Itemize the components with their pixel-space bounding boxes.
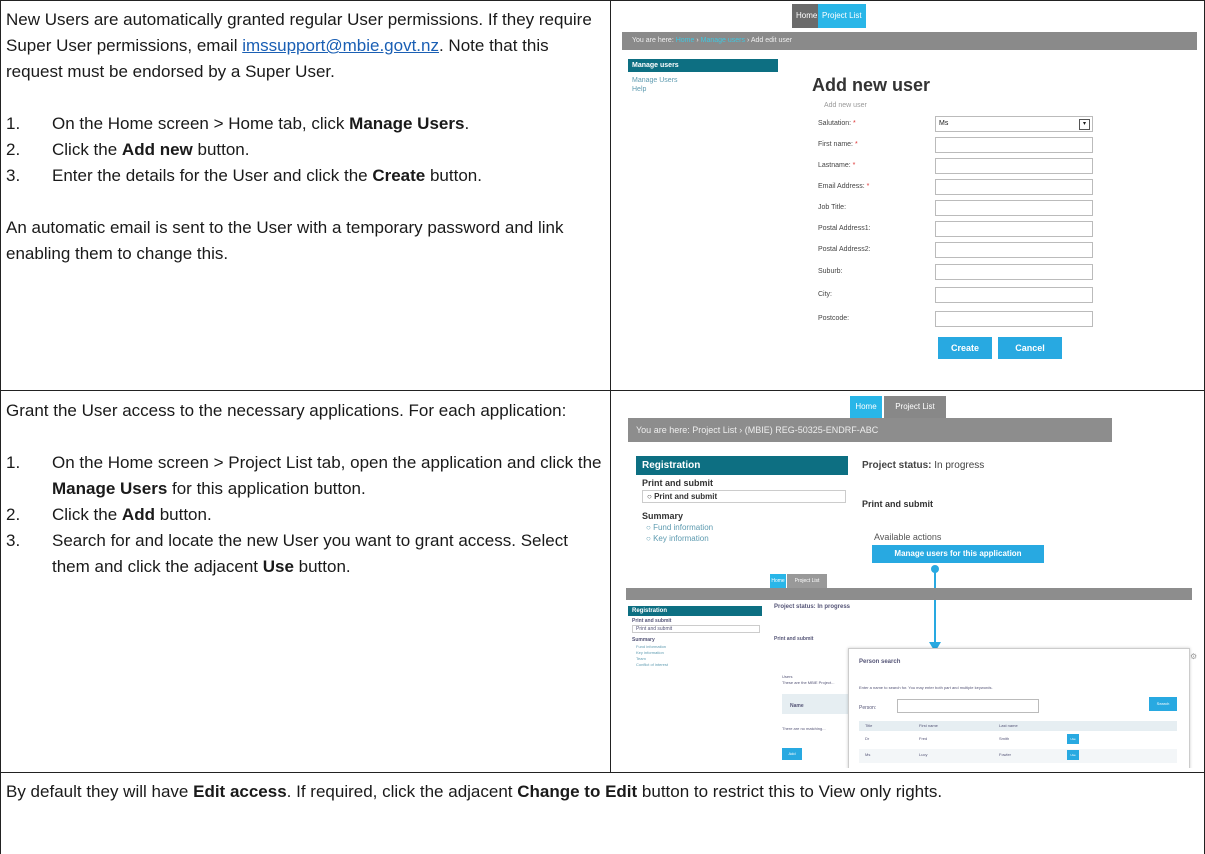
row1-text-cell: New Users are automatically granted regu… xyxy=(6,7,604,267)
mini-project-status: Project status: In progress xyxy=(774,604,851,610)
sidebar-item-help[interactable]: Help xyxy=(628,85,778,94)
mini-add-button[interactable]: Add xyxy=(782,748,802,760)
use-button[interactable]: Use xyxy=(1067,750,1079,760)
sidebar-header: Registration xyxy=(636,456,848,475)
row3-text: By default they will have Edit access. I… xyxy=(6,782,943,801)
support-email-link[interactable]: imssupport@mbie.govt.nz xyxy=(242,36,439,55)
page-title: Add new user xyxy=(812,75,931,95)
sidebar-item-fund[interactable]: ○ Fund information xyxy=(636,521,848,532)
tab-home[interactable]: Home xyxy=(792,4,822,28)
table-row: Ms Lucy Fowler Use xyxy=(859,749,1177,763)
mini-section: Print and submit xyxy=(774,636,814,642)
settings-icon: ⚙ xyxy=(1190,652,1198,661)
city-input[interactable] xyxy=(935,287,1093,303)
mini-sidebar-item[interactable]: Print and submit xyxy=(632,625,760,633)
first-name-input[interactable] xyxy=(935,137,1093,153)
job-title-input[interactable] xyxy=(935,200,1093,216)
row2-step-3: 3. Search for and locate the new User you… xyxy=(6,531,568,576)
table-border-top xyxy=(0,0,1205,1)
mini-no-match: There are no matching... xyxy=(782,726,826,731)
postcode-input[interactable] xyxy=(935,311,1093,327)
email-input[interactable] xyxy=(935,179,1093,195)
search-button[interactable]: Search xyxy=(1149,697,1177,711)
screenshot-topbar: Home Project List xyxy=(622,4,1197,32)
chevron-down-icon: ▾ xyxy=(1079,119,1090,130)
tab-home[interactable]: Home xyxy=(850,396,882,418)
tab-project-list[interactable]: Project List xyxy=(884,396,946,418)
row2-text-cell: Grant the User access to the necessary a… xyxy=(6,398,604,580)
postal-address2-input[interactable] xyxy=(935,242,1093,258)
row3-text-cell: By default they will have Edit access. I… xyxy=(6,779,1198,805)
dialog-hint: Enter a name to search for. You may ente… xyxy=(859,685,993,690)
suburb-input[interactable] xyxy=(935,264,1093,280)
cancel-button[interactable]: Cancel xyxy=(998,337,1062,359)
section-print-submit: Print and submit xyxy=(862,499,934,509)
row1-steps: 1. On the Home screen > Home tab, click M… xyxy=(6,111,604,189)
table-border-middle xyxy=(610,0,611,772)
breadcrumb: You are here: Home › Manage users › Add … xyxy=(622,32,1197,50)
manage-users-screenshot: Home Project List You are here: Project … xyxy=(622,396,1200,768)
row2-intro: Grant the User access to the necessary a… xyxy=(6,401,567,420)
row2-step-2: 2. Click the Add button. xyxy=(6,505,212,524)
sidebar-item-key[interactable]: ○ Key information xyxy=(636,532,848,543)
project-status: Project status: In progress xyxy=(862,460,985,471)
create-button[interactable]: Create xyxy=(938,337,992,359)
row1-closing: An automatic email is sent to the User w… xyxy=(6,218,564,263)
add-user-screenshot: Home Project List You are here: Home › M… xyxy=(622,4,1197,384)
breadcrumb: You are here: Project List › (MBIE) REG-… xyxy=(628,418,1112,442)
sidebar-item-manage-users[interactable]: Manage Users xyxy=(628,76,778,85)
use-button[interactable]: Use xyxy=(1067,734,1079,744)
manage-users-for-app-button[interactable]: Manage users for this application xyxy=(872,545,1044,563)
mini-name-header: Name xyxy=(782,694,848,714)
table-border-left xyxy=(0,0,1,854)
person-search-dialog: Person search Enter a name to search for… xyxy=(848,648,1190,768)
results-header: Title First name Last name xyxy=(859,721,1177,731)
sidebar: Registration Print and submit ○ Print an… xyxy=(636,456,848,543)
row1-step-1: 1. On the Home screen > Home tab, click M… xyxy=(6,114,470,133)
mini-breadcrumb xyxy=(626,588,1192,600)
table-row: Dr Fred Smith Use xyxy=(859,733,1177,747)
available-actions-label: Available actions xyxy=(874,532,942,542)
postal-address1-input[interactable] xyxy=(935,221,1093,237)
lower-screenshot: Home Project List Registration Print and… xyxy=(622,574,1200,768)
person-label: Person: xyxy=(859,705,877,711)
person-search-input[interactable] xyxy=(897,699,1039,713)
mini-tab-project-list[interactable]: Project List xyxy=(787,574,827,588)
row2-step-1: 1. On the Home screen > Project List tab,… xyxy=(6,453,602,498)
dialog-title: Person search xyxy=(859,659,901,665)
salutation-select[interactable]: Ms ▾ xyxy=(935,116,1093,132)
mini-users-heading: Users xyxy=(782,674,793,679)
mini-tab-home[interactable]: Home xyxy=(770,574,786,588)
sidebar-group-summary: Summary xyxy=(642,511,684,521)
mini-sidebar: Registration Print and submit Print and … xyxy=(628,606,762,667)
row1-step-2: 2. Click the Add new button. xyxy=(6,140,250,159)
sidebar-header: Manage users xyxy=(628,59,778,72)
sidebar: Manage users Manage Users Help xyxy=(628,59,778,94)
page-subtitle: Add new user xyxy=(824,102,867,109)
row1-intro: New Users are automatically granted regu… xyxy=(6,10,592,81)
lastname-input[interactable] xyxy=(935,158,1093,174)
row2-steps: 1. On the Home screen > Project List tab,… xyxy=(6,450,604,580)
tab-project-list[interactable]: Project List xyxy=(818,4,866,28)
table-border-row1 xyxy=(0,390,1205,391)
sidebar-group-print: Print and submit xyxy=(642,478,714,488)
row1-step-3: 3. Enter the details for the User and cli… xyxy=(6,166,482,185)
table-border-row2 xyxy=(0,772,1205,773)
mini-users-text: These are the MBIE Project... xyxy=(782,680,835,685)
sidebar-item-print-submit[interactable]: ○ Print and submit xyxy=(642,490,846,503)
